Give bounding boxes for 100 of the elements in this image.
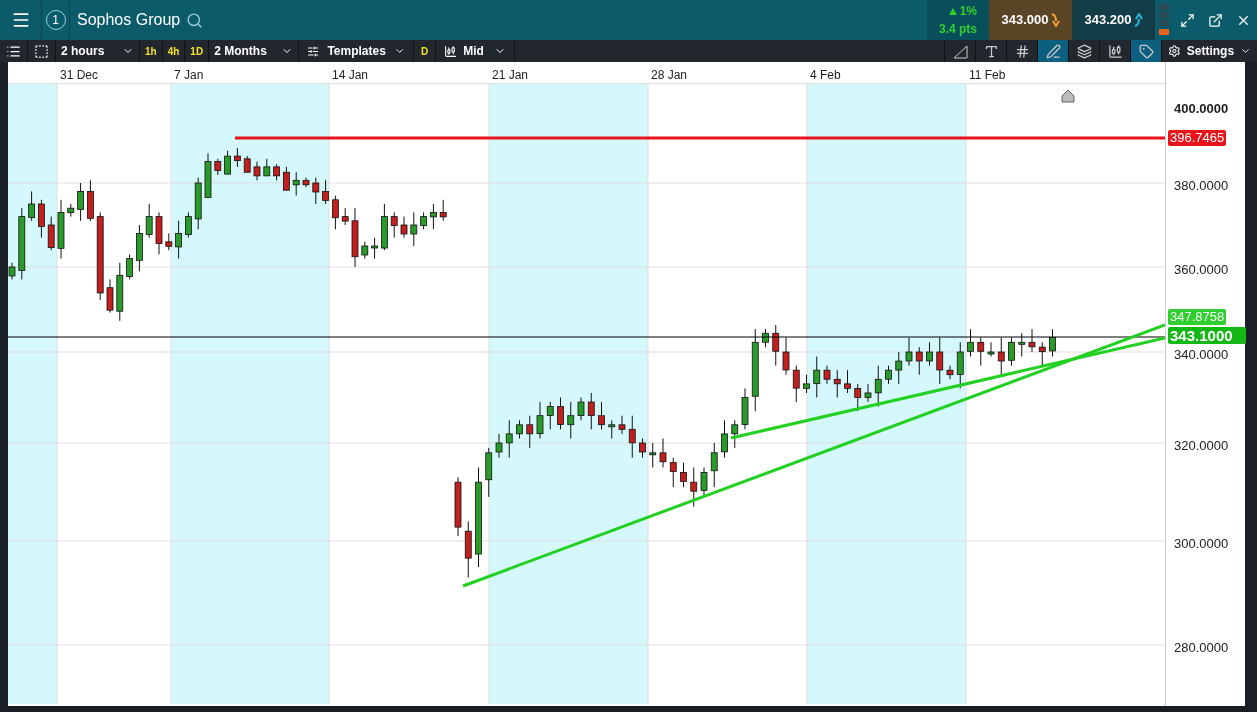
date-label: 28 Jan — [651, 67, 688, 84]
candlestick — [8, 262, 16, 280]
candlestick-icon — [444, 44, 458, 58]
candlestick — [273, 163, 280, 181]
candlestick — [895, 351, 903, 385]
sell-price-button[interactable]: 343.000 — [989, 0, 1072, 40]
candlestick — [1018, 332, 1026, 358]
down-arrow-icon — [1050, 13, 1060, 27]
tool-button[interactable] — [1130, 40, 1161, 62]
candlestick — [28, 190, 35, 222]
candlestick — [721, 419, 728, 459]
candlestick — [283, 166, 290, 191]
candlestick — [253, 161, 261, 181]
signal-bars-icon — [1159, 4, 1169, 36]
candlestick — [587, 392, 595, 430]
candlestick — [302, 177, 310, 188]
settings-icon — [1168, 44, 1181, 58]
candlestick — [106, 278, 114, 314]
price-label: 380.0000 — [1174, 177, 1229, 195]
candlestick — [864, 383, 872, 403]
date-label: 31 Dec — [60, 67, 99, 84]
ramp-icon — [952, 43, 968, 59]
search-icon[interactable] — [186, 11, 204, 29]
candlestick — [420, 211, 427, 230]
text-size-icon — [983, 43, 999, 59]
candlestick — [126, 253, 133, 280]
candlestick — [680, 462, 687, 488]
candlestick — [577, 397, 585, 421]
candlestick — [690, 467, 698, 508]
date-label: 7 Jan — [174, 67, 204, 84]
change-points: 3.4 pts — [939, 21, 977, 38]
candlestick — [669, 457, 677, 488]
candlestick — [885, 365, 892, 385]
candlestick — [67, 203, 75, 218]
candlestick — [87, 179, 94, 222]
candlestick — [430, 203, 437, 230]
date-label: 4 Feb — [810, 67, 841, 84]
candlestick — [165, 232, 173, 251]
layers-icon — [1076, 43, 1092, 59]
candlestick — [803, 374, 810, 394]
price-label: 400.0000 — [1174, 100, 1229, 118]
candlestick — [332, 195, 339, 230]
candlestick — [526, 415, 534, 449]
candlestick — [292, 171, 300, 197]
candlestick — [214, 158, 222, 176]
candlestick — [762, 328, 769, 348]
candlestick — [649, 442, 657, 468]
candlestick — [813, 356, 821, 398]
candlestick — [47, 216, 55, 251]
tool-button[interactable] — [1037, 40, 1068, 62]
date-label: 14 Jan — [332, 67, 369, 84]
candlestick — [516, 419, 523, 439]
candlestick — [351, 207, 359, 268]
candlestick — [536, 401, 544, 439]
candlestick — [505, 419, 513, 459]
candlestick — [341, 207, 349, 226]
price-label: 320.0000 — [1174, 437, 1229, 455]
candlestick — [464, 520, 472, 578]
price-tag: 347.8758 — [1168, 309, 1227, 326]
candlestick — [390, 211, 398, 239]
price-tag: 343.1000 — [1168, 327, 1246, 344]
candlestick — [224, 150, 231, 175]
candlestick — [639, 437, 646, 459]
candlestick — [1049, 328, 1056, 358]
candlestick — [782, 337, 790, 376]
candlestick — [997, 337, 1005, 376]
candlestick — [854, 383, 862, 412]
candlestick — [915, 346, 923, 376]
candlestick — [361, 241, 369, 260]
candlestick — [1038, 341, 1046, 367]
price-label: 340.0000 — [1174, 346, 1229, 364]
candlestick — [792, 365, 800, 403]
candlestick — [874, 365, 882, 408]
candlestick — [710, 442, 718, 488]
candlestick — [608, 419, 616, 439]
candlestick — [905, 337, 913, 367]
price-tag: 396.7465 — [1168, 130, 1227, 146]
marker-icon — [1061, 89, 1075, 103]
candlestick — [400, 216, 408, 239]
candlestick — [977, 337, 985, 367]
buy-price-button[interactable]: 343.200 — [1072, 0, 1155, 40]
candlestick — [1008, 337, 1015, 367]
candlestick — [628, 415, 636, 459]
candlestick — [1028, 328, 1036, 353]
candlestick — [567, 401, 575, 439]
candlestick — [185, 211, 192, 239]
candlestick — [485, 447, 493, 498]
candlestick — [987, 341, 995, 358]
candlestick — [136, 224, 143, 272]
candlestick — [175, 220, 182, 260]
expand-icon — [1179, 12, 1195, 28]
price-label: 300.0000 — [1174, 535, 1229, 553]
date-label: 11 Feb — [969, 67, 1006, 84]
candlestick — [956, 341, 964, 389]
select-icon — [34, 43, 49, 59]
candlestick — [659, 437, 667, 468]
change-percent: 1% — [959, 3, 977, 20]
candlestick — [322, 179, 329, 205]
candlestick — [618, 415, 626, 435]
candlestick — [194, 177, 202, 230]
